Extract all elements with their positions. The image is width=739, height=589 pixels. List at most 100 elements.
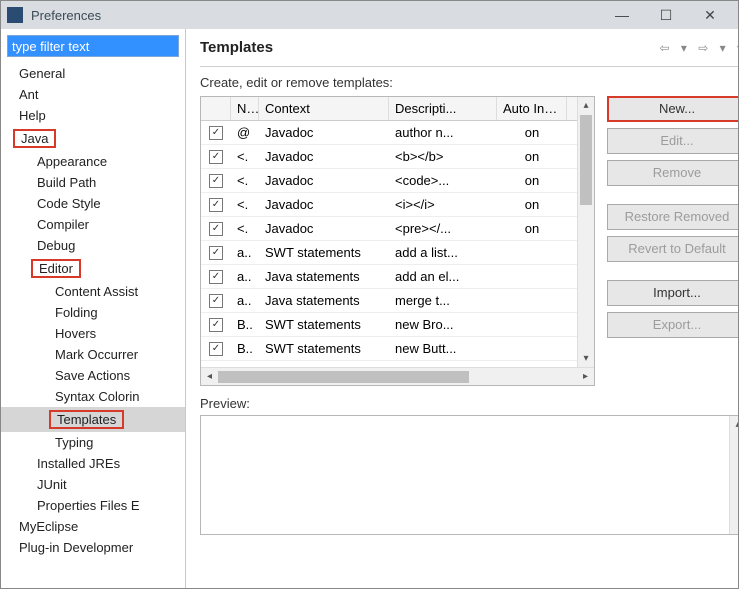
row-context: Javadoc — [259, 195, 389, 214]
scroll-right-icon[interactable]: ▸ — [577, 371, 594, 382]
templates-table[interactable]: Na... Context Descripti... Auto Ins... ✓… — [200, 96, 595, 386]
table-horizontal-scrollbar[interactable]: ◂ ▸ — [201, 367, 594, 385]
row-name: B.. — [231, 315, 259, 334]
row-auto-insert: on — [497, 171, 567, 190]
maximize-button[interactable]: ☐ — [644, 1, 688, 29]
row-context: SWT statements — [259, 315, 389, 334]
row-name: a.. — [231, 267, 259, 286]
row-description: <code>... — [389, 171, 497, 190]
tree-item-save-actions[interactable]: Save Actions — [1, 365, 185, 386]
table-row[interactable]: ✓a..Java statementsmerge t... — [201, 289, 594, 313]
filter-input[interactable] — [7, 35, 179, 57]
col-auto-insert[interactable]: Auto Ins... — [497, 97, 567, 120]
row-checkbox[interactable]: ✓ — [209, 198, 223, 212]
instruction-label: Create, edit or remove templates: — [200, 75, 738, 90]
new-button[interactable]: New... — [607, 96, 738, 122]
row-name: <. — [231, 147, 259, 166]
col-description[interactable]: Descripti... — [389, 97, 497, 120]
row-checkbox[interactable]: ✓ — [209, 222, 223, 236]
close-button[interactable]: ✕ — [688, 1, 732, 29]
row-auto-insert — [497, 251, 567, 255]
tree-item-typing[interactable]: Typing — [1, 432, 185, 453]
table-row[interactable]: ✓<.Javadoc<b></b>on — [201, 145, 594, 169]
tree-item-help[interactable]: Help — [1, 105, 185, 126]
tree-item-appearance[interactable]: Appearance — [1, 151, 185, 172]
tree-item-myeclipse[interactable]: MyEclipse — [1, 516, 185, 537]
tree-item-plug-in-developmer[interactable]: Plug-in Developmer — [1, 537, 185, 558]
tree-item-build-path[interactable]: Build Path — [1, 172, 185, 193]
row-checkbox[interactable]: ✓ — [209, 246, 223, 260]
table-row[interactable]: ✓B..SWT statementsnew Butt... — [201, 337, 594, 361]
preview-textarea[interactable]: ▴ — [200, 415, 738, 535]
tree-item-junit[interactable]: JUnit — [1, 474, 185, 495]
table-row[interactable]: ✓a..Java statementsadd an el... — [201, 265, 594, 289]
app-icon — [7, 7, 23, 23]
minimize-button[interactable]: — — [600, 1, 644, 29]
tree-item-installed-jres[interactable]: Installed JREs — [1, 453, 185, 474]
tree-item-compiler[interactable]: Compiler — [1, 214, 185, 235]
tree-item-general[interactable]: General — [1, 63, 185, 84]
table-vertical-scrollbar[interactable]: ▴ ▾ — [577, 97, 594, 367]
table-row[interactable]: ✓@Javadocauthor n...on — [201, 121, 594, 145]
nav-arrows-toolbar[interactable]: ⇦ ▾ ⇨ ▾ ▾ — [659, 41, 738, 55]
scroll-up-icon[interactable]: ▴ — [578, 97, 594, 114]
tree-item-properties-files-e[interactable]: Properties Files E — [1, 495, 185, 516]
row-checkbox[interactable]: ✓ — [209, 318, 223, 332]
preference-tree: GeneralAntHelpJavaAppearanceBuild PathCo… — [1, 63, 185, 588]
row-auto-insert: on — [497, 219, 567, 238]
table-row[interactable]: ✓<.Javadoc<i></i>on — [201, 193, 594, 217]
tree-item-syntax-colorin[interactable]: Syntax Colorin — [1, 386, 185, 407]
row-description: <b></b> — [389, 147, 497, 166]
table-row[interactable]: ✓<.Javadoc<pre></...on — [201, 217, 594, 241]
row-checkbox[interactable]: ✓ — [209, 126, 223, 140]
row-checkbox[interactable]: ✓ — [209, 270, 223, 284]
preview-scrollbar[interactable]: ▴ — [729, 416, 738, 534]
row-description: <i></i> — [389, 195, 497, 214]
window-title: Preferences — [31, 8, 600, 23]
export-button[interactable]: Export... — [607, 312, 738, 338]
tree-item-templates[interactable]: Templates — [1, 407, 185, 432]
row-description: new Bro... — [389, 315, 497, 334]
row-context: Javadoc — [259, 147, 389, 166]
row-description: add a list... — [389, 243, 497, 262]
row-context: Java statements — [259, 291, 389, 310]
table-row[interactable]: ✓a..SWT statementsadd a list... — [201, 241, 594, 265]
tree-item-code-style[interactable]: Code Style — [1, 193, 185, 214]
revert-to-default-button[interactable]: Revert to Default — [607, 236, 738, 262]
import-button[interactable]: Import... — [607, 280, 738, 306]
row-checkbox[interactable]: ✓ — [209, 150, 223, 164]
table-body: ✓@Javadocauthor n...on✓<.Javadoc<b></b>o… — [201, 121, 594, 367]
tree-item-ant[interactable]: Ant — [1, 84, 185, 105]
row-description: <pre></... — [389, 219, 497, 238]
preview-scroll-up-icon[interactable]: ▴ — [730, 416, 738, 433]
row-checkbox[interactable]: ✓ — [209, 174, 223, 188]
page-title: Templates — [200, 39, 659, 56]
row-auto-insert — [497, 323, 567, 327]
remove-button[interactable]: Remove — [607, 160, 738, 186]
table-row[interactable]: ✓ B..SWT statementsnew Bro... — [201, 313, 594, 337]
tree-item-java[interactable]: Java — [1, 126, 185, 151]
edit-button[interactable]: Edit... — [607, 128, 738, 154]
tree-item-folding[interactable]: Folding — [1, 302, 185, 323]
tree-item-hovers[interactable]: Hovers — [1, 323, 185, 344]
col-name[interactable]: Na... — [231, 97, 259, 120]
row-name: @ — [231, 123, 259, 142]
tree-item-editor[interactable]: Editor — [1, 256, 185, 281]
scroll-thumb[interactable] — [580, 115, 592, 205]
row-description: author n... — [389, 123, 497, 142]
row-name: <. — [231, 195, 259, 214]
table-row[interactable]: ✓<.Javadoc<code>...on — [201, 169, 594, 193]
tree-item-debug[interactable]: Debug — [1, 235, 185, 256]
row-auto-insert — [497, 347, 567, 351]
row-checkbox[interactable]: ✓ — [209, 294, 223, 308]
preview-label: Preview: — [200, 396, 738, 411]
hscroll-thumb[interactable] — [218, 371, 469, 383]
row-name: <. — [231, 171, 259, 190]
scroll-down-icon[interactable]: ▾ — [578, 350, 594, 367]
scroll-left-icon[interactable]: ◂ — [201, 371, 218, 382]
restore-removed-button[interactable]: Restore Removed — [607, 204, 738, 230]
tree-item-mark-occurrer[interactable]: Mark Occurrer — [1, 344, 185, 365]
row-checkbox[interactable]: ✓ — [209, 342, 223, 356]
tree-item-content-assist[interactable]: Content Assist — [1, 281, 185, 302]
col-context[interactable]: Context — [259, 97, 389, 120]
